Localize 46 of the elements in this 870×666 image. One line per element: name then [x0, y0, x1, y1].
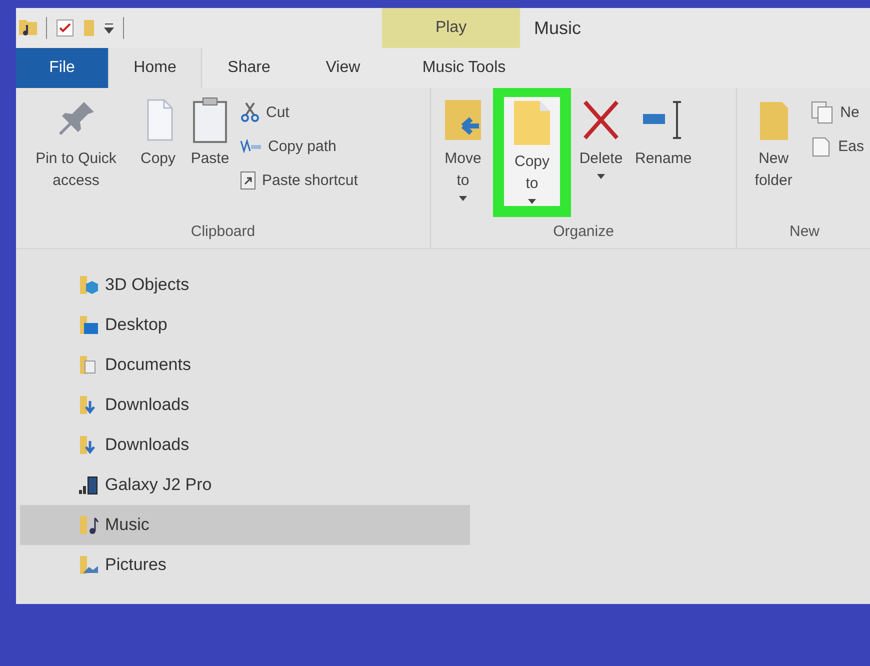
tree-item[interactable]: Galaxy J2 Pro [20, 465, 470, 505]
ribbon-button[interactable]: New folder [743, 92, 804, 196]
contextual-tab-header: Play [382, 8, 520, 48]
ribbon-button[interactable]: Paste shortcut [238, 166, 360, 194]
clipboard-icon[interactable] [190, 96, 230, 144]
dropdown-icon[interactable] [103, 22, 115, 34]
ribbon-button[interactable]: Copy to [493, 88, 571, 217]
path-icon[interactable] [240, 139, 262, 153]
desktop-folder-icon [78, 315, 99, 335]
ribbon-tab[interactable]: Music Tools [390, 48, 538, 88]
caret-icon[interactable] [459, 196, 467, 201]
phone-icon [78, 475, 99, 495]
ribbon-button[interactable]: Paste [186, 92, 234, 174]
ribbon-button[interactable]: Eas [808, 132, 866, 160]
tree-item[interactable]: Desktop [20, 305, 470, 345]
ribbon-tab[interactable]: Share [202, 48, 296, 88]
tree-item[interactable]: Downloads [20, 425, 470, 465]
group-label: Organize [552, 222, 615, 242]
ribbon-tab[interactable]: File [16, 48, 108, 88]
window-title: Music [534, 16, 582, 40]
ribbon-button[interactable]: Copy [134, 92, 182, 174]
checklist-icon[interactable] [55, 18, 75, 38]
tree-item[interactable]: Downloads [20, 385, 470, 425]
pictures-folder-icon [78, 555, 99, 575]
group-label: New [788, 222, 820, 242]
cube-folder-icon [78, 275, 99, 295]
ribbon-button[interactable]: Rename [631, 92, 696, 174]
tree-item[interactable]: 3D Objects [20, 265, 470, 305]
tree-item[interactable]: Music [20, 505, 470, 545]
tree-item[interactable]: Documents [20, 345, 470, 385]
group-label: Clipboard [190, 222, 256, 242]
ribbon-tab[interactable]: View [296, 48, 390, 88]
tree-item[interactable]: Pictures [20, 545, 470, 585]
ribbon-button[interactable]: Delete [575, 92, 627, 183]
ribbon-button[interactable]: Cut [238, 98, 360, 126]
caret-icon[interactable] [597, 174, 605, 179]
ribbon-button[interactable]: Pin to Quick access [22, 92, 130, 196]
ribbon-button[interactable]: Ne [808, 98, 866, 126]
ribbon-tab[interactable]: Home [108, 48, 202, 88]
shortcut-icon[interactable] [240, 170, 256, 190]
scissors-icon[interactable] [240, 101, 260, 123]
new-item-icon[interactable] [810, 100, 834, 124]
ribbon-button[interactable]: Move to [437, 92, 489, 205]
ribbon-button[interactable]: Copy path [238, 132, 360, 160]
caret-icon[interactable] [528, 199, 536, 204]
music-folder-icon [78, 515, 99, 535]
